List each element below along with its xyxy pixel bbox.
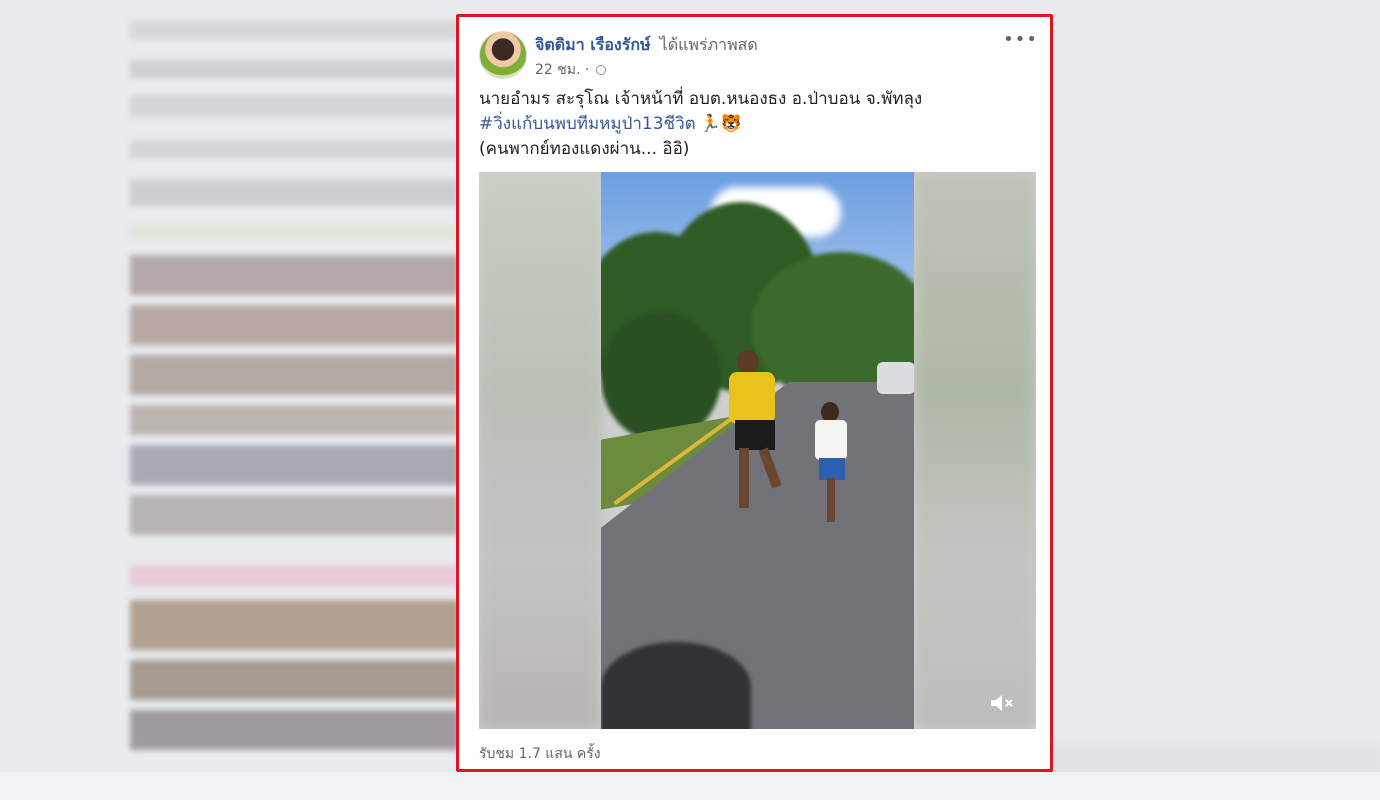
hashtag-link[interactable]: #วิ่งแก้บนพบทีมหมูป่า13ชีวิต xyxy=(479,114,696,134)
author-action-text: ได้แพร่ภาพสด xyxy=(659,35,758,54)
adult-runner xyxy=(729,350,789,530)
highlighted-post: จิตดิมา เรืองรักษ์ ได้แพร่ภาพสด 22 ชม. ·… xyxy=(456,14,1053,772)
post-caption: นายอำมร สะรุโณ เจ้าหน้าที่ อบต.หนองธง อ.… xyxy=(479,87,1039,162)
caption-line-1: นายอำมร สะรุโณ เจ้าหน้าที่ อบต.หนองธง อ.… xyxy=(479,89,923,109)
caption-line-3: (คนพากย์ทองแดงผ่าน... อิอิ) xyxy=(479,139,690,159)
child-runner xyxy=(813,402,853,522)
video-frame xyxy=(601,172,914,729)
view-count: รับชม 1.7 แสน ครั้ง xyxy=(479,746,601,762)
camera-shadow xyxy=(601,642,751,729)
avatar[interactable] xyxy=(479,31,527,79)
post-meta: 22 ชม. · xyxy=(535,59,606,81)
more-options-button[interactable]: ••• xyxy=(1003,29,1038,50)
video-blur-right xyxy=(914,172,1036,729)
speaker-muted-icon[interactable] xyxy=(988,691,1016,715)
video-blur-left xyxy=(479,172,601,729)
post-header: จิตดิมา เรืองรักษ์ ได้แพร่ภาพสด xyxy=(535,33,758,58)
car xyxy=(877,362,914,394)
blurred-background-feed xyxy=(130,0,460,800)
video-player[interactable] xyxy=(479,172,1036,729)
blurred-background-bottom xyxy=(0,772,1380,800)
meta-separator: · xyxy=(584,62,590,78)
timestamp-link[interactable]: 22 ชม. xyxy=(535,62,580,78)
runner-tiger-emoji-icon: 🏃🐯 xyxy=(699,114,743,134)
blurred-background-right xyxy=(1050,745,1380,775)
globe-icon xyxy=(595,65,606,75)
author-name-link[interactable]: จิตดิมา เรืองรักษ์ xyxy=(535,35,651,54)
caption-line-2: #วิ่งแก้บนพบทีมหมูป่า13ชีวิต 🏃🐯 xyxy=(479,112,1039,137)
